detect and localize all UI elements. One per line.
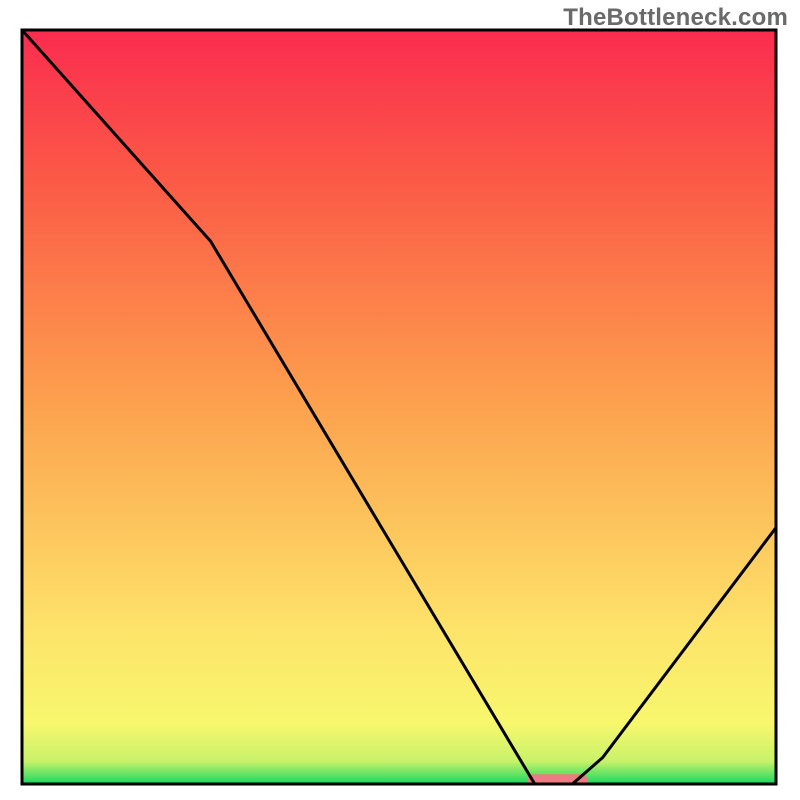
watermark-text: TheBottleneck.com (563, 4, 788, 32)
chart-container: TheBottleneck.com (0, 0, 800, 800)
plot-background (22, 30, 776, 784)
chart-svg (0, 0, 800, 800)
